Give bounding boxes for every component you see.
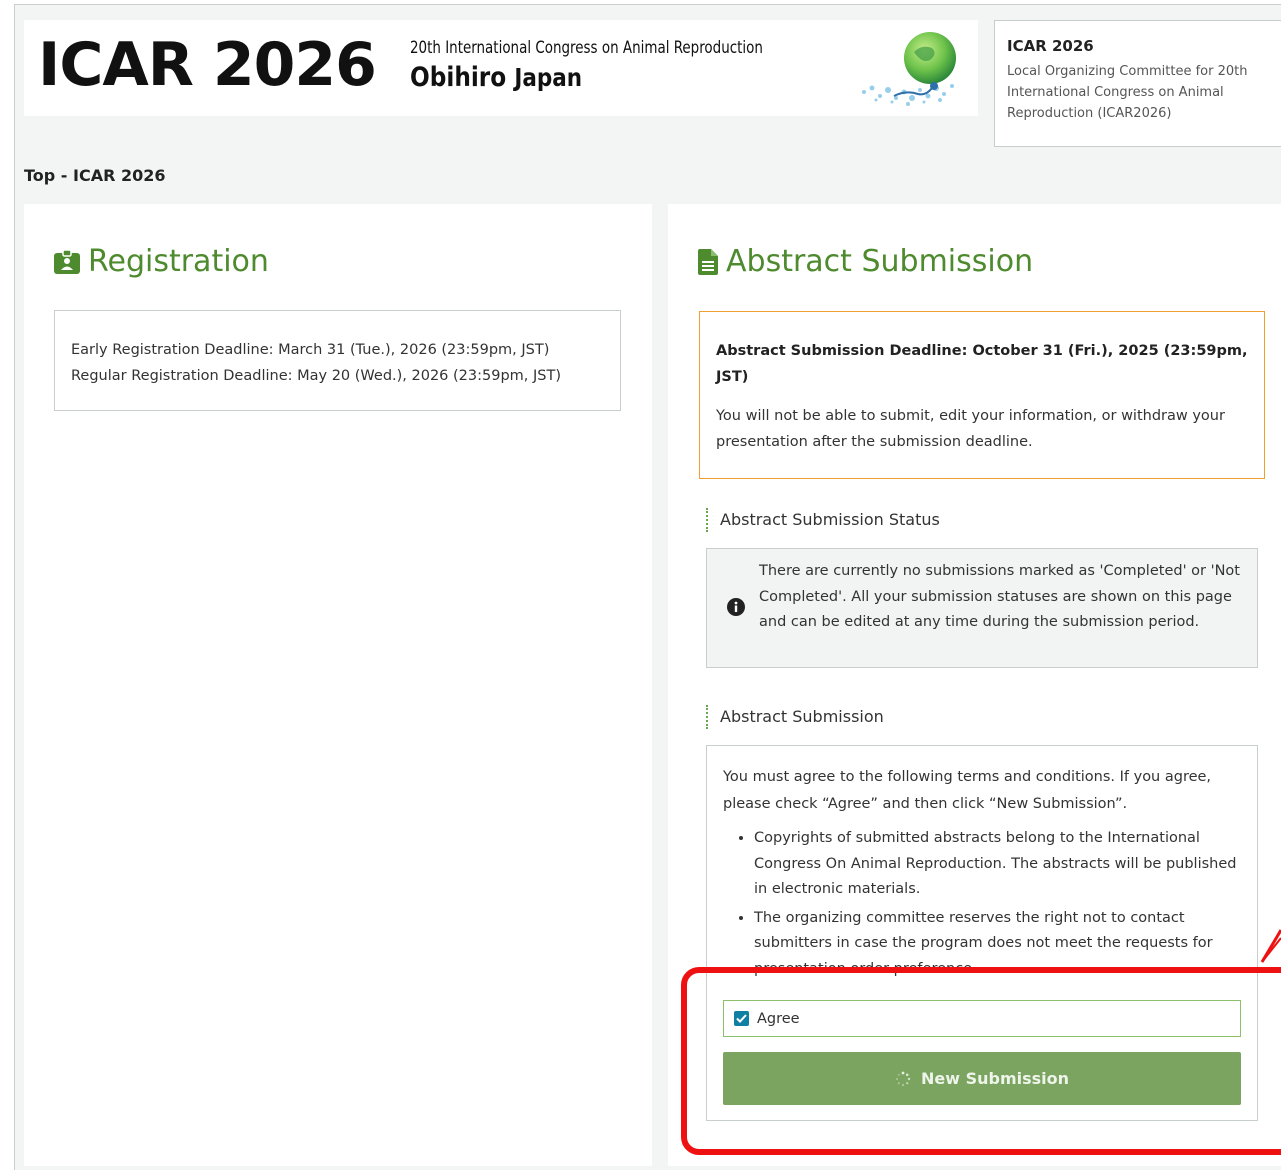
info-circle-icon — [727, 598, 745, 616]
deadline-note: You will not be able to submit, edit you… — [716, 408, 1225, 450]
abstract-panel: Abstract Submission Abstract Submission … — [668, 204, 1281, 1166]
abstract-heading: Abstract Submission — [698, 244, 1033, 279]
agree-checkbox-row[interactable]: Agree — [723, 1000, 1241, 1037]
agree-checkbox[interactable] — [734, 1011, 749, 1026]
status-message-box: There are currently no submissions marke… — [706, 548, 1258, 668]
registration-panel: Registration Early Registration Deadline… — [24, 204, 652, 1166]
status-message: There are currently no submissions marke… — [759, 563, 1240, 630]
check-icon — [736, 1014, 747, 1023]
id-badge-icon — [54, 249, 80, 274]
logo-country: Japan — [514, 63, 583, 92]
abstract-title: Abstract Submission — [726, 244, 1034, 279]
regular-deadline: Regular Registration Deadline: May 20 (W… — [71, 368, 562, 384]
submission-section-label: Abstract Submission — [706, 705, 884, 729]
organizer-box: ICAR 2026 Local Organizing Committee for… — [994, 20, 1281, 147]
breadcrumb[interactable]: Top - ICAR 2026 — [24, 166, 166, 185]
new-submission-label[interactable]: New Submission — [921, 1069, 1069, 1088]
status-section-label: Abstract Submission Status — [706, 508, 940, 532]
logo-globe-icon — [862, 32, 956, 106]
organizer-title: ICAR 2026 — [1007, 37, 1094, 55]
spinner-icon — [895, 1071, 911, 1086]
term-item: Copyrights of submitted abstracts belong… — [754, 826, 1241, 903]
new-submission-button[interactable]: New Submission — [723, 1052, 1241, 1105]
logo-city: Obihiro — [410, 62, 507, 93]
term-item: The organizing committee reserves the ri… — [754, 906, 1241, 983]
terms-box: You must agree to the following terms an… — [706, 745, 1258, 1121]
deadline-title: Abstract Submission Deadline: October 31… — [716, 343, 1248, 385]
organizer-description: Local Organizing Committee for 20th Inte… — [1007, 64, 1248, 121]
terms-intro: You must agree to the following terms an… — [723, 769, 1212, 812]
registration-deadlines: Early Registration Deadline: March 31 (T… — [54, 310, 621, 411]
deadline-notice: Abstract Submission Deadline: October 31… — [699, 311, 1265, 479]
logo-congress-name: 20th International Congress on Animal Re… — [410, 38, 763, 58]
terms-list: Copyrights of submitted abstracts belong… — [723, 826, 1241, 982]
early-deadline: Early Registration Deadline: March 31 (T… — [71, 342, 550, 358]
logo-title: ICAR 2026 — [38, 30, 377, 100]
file-text-icon — [698, 248, 718, 275]
agree-label[interactable]: Agree — [757, 1011, 800, 1027]
site-banner[interactable]: ICAR 2026 20th International Congress on… — [24, 20, 978, 116]
registration-title: Registration — [88, 244, 269, 279]
registration-heading: Registration — [54, 244, 269, 279]
logo-location: Obihiro Japan — [410, 62, 582, 93]
